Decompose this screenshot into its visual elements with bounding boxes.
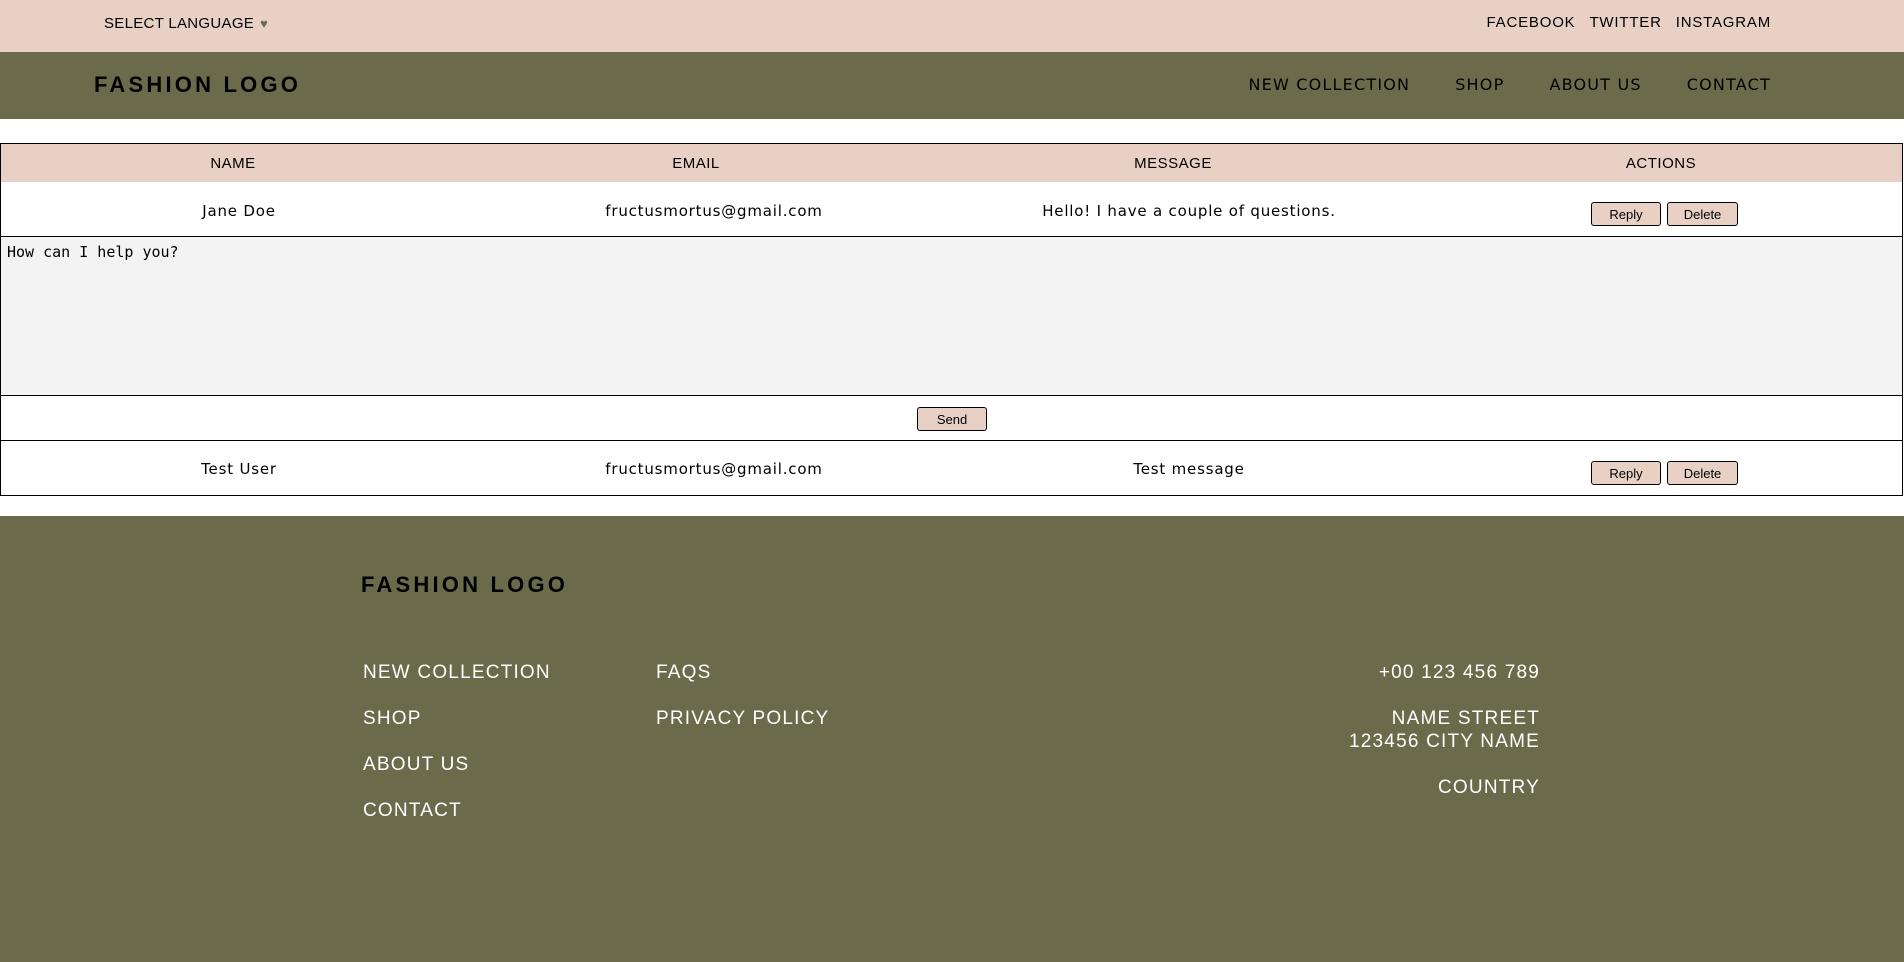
reply-box <box>1 236 1902 396</box>
language-label: SELECT LANGUAGE <box>104 15 255 32</box>
site-footer: FASHION LOGO NEW COLLECTION SHOP ABOUT U… <box>0 516 1904 962</box>
delete-button[interactable]: Delete <box>1667 202 1738 226</box>
row-message: Test message <box>1133 460 1245 478</box>
nav-new-collection[interactable]: NEW COLLECTION <box>1248 75 1410 94</box>
footer-link-about-us[interactable]: ABOUT US <box>363 754 551 800</box>
footer-link-contact[interactable]: CONTACT <box>363 800 551 846</box>
reply-button[interactable]: Reply <box>1591 202 1661 226</box>
row-name: Test User <box>201 460 277 478</box>
language-selector[interactable]: SELECT LANGUAGE ♥ <box>104 15 268 32</box>
nav-shop[interactable]: SHOP <box>1455 75 1504 94</box>
delete-button[interactable]: Delete <box>1667 461 1738 485</box>
main-header: FASHION LOGO NEW COLLECTION SHOP ABOUT U… <box>0 52 1904 119</box>
row-email: fructusmortus@gmail.com <box>605 460 823 478</box>
footer-link-privacy-policy[interactable]: PRIVACY POLICY <box>656 708 829 754</box>
nav-about-us[interactable]: ABOUT US <box>1549 75 1641 94</box>
column-header-message: MESSAGE <box>1134 155 1212 172</box>
column-header-email: EMAIL <box>672 155 720 172</box>
footer-link-new-collection[interactable]: NEW COLLECTION <box>363 662 551 708</box>
footer-link-shop[interactable]: SHOP <box>363 708 551 754</box>
messages-table: NAME EMAIL MESSAGE ACTIONS Jane Doe fruc… <box>0 143 1903 496</box>
footer-links-main: NEW COLLECTION SHOP ABOUT US CONTACT <box>363 662 551 846</box>
social-links: FACEBOOK TWITTER INSTAGRAM <box>1487 14 1771 31</box>
footer-logo[interactable]: FASHION LOGO <box>361 572 568 598</box>
row-name: Jane Doe <box>202 202 276 220</box>
table-header: NAME EMAIL MESSAGE ACTIONS <box>1 144 1902 182</box>
twitter-link[interactable]: TWITTER <box>1589 14 1661 31</box>
reply-button[interactable]: Reply <box>1591 461 1661 485</box>
nav-contact[interactable]: CONTACT <box>1687 75 1771 94</box>
footer-country: COUNTRY <box>1438 777 1540 798</box>
footer-links-info: FAQS PRIVACY POLICY <box>656 662 829 754</box>
main-nav: NEW COLLECTION SHOP ABOUT US CONTACT <box>1248 75 1771 94</box>
footer-contact: +00 123 456 789 NAME STREET 123456 CITY … <box>1349 661 1540 799</box>
instagram-link[interactable]: INSTAGRAM <box>1676 14 1771 31</box>
facebook-link[interactable]: FACEBOOK <box>1487 14 1576 31</box>
heart-icon: ♥ <box>260 16 269 31</box>
row-divider <box>1 440 1902 441</box>
footer-city: 123456 CITY NAME <box>1349 731 1540 752</box>
row-message: Hello! I have a couple of questions. <box>1042 202 1336 220</box>
site-logo[interactable]: FASHION LOGO <box>94 72 301 98</box>
row-email: fructusmortus@gmail.com <box>605 202 823 220</box>
send-button[interactable]: Send <box>917 407 987 431</box>
footer-link-faqs[interactable]: FAQS <box>656 662 829 708</box>
top-bar: SELECT LANGUAGE ♥ FACEBOOK TWITTER INSTA… <box>0 0 1904 52</box>
column-header-name: NAME <box>210 155 256 172</box>
footer-phone: +00 123 456 789 <box>1378 662 1540 683</box>
footer-street: NAME STREET <box>1391 708 1540 729</box>
reply-textarea[interactable] <box>1 237 1902 395</box>
column-header-actions: ACTIONS <box>1625 155 1697 172</box>
